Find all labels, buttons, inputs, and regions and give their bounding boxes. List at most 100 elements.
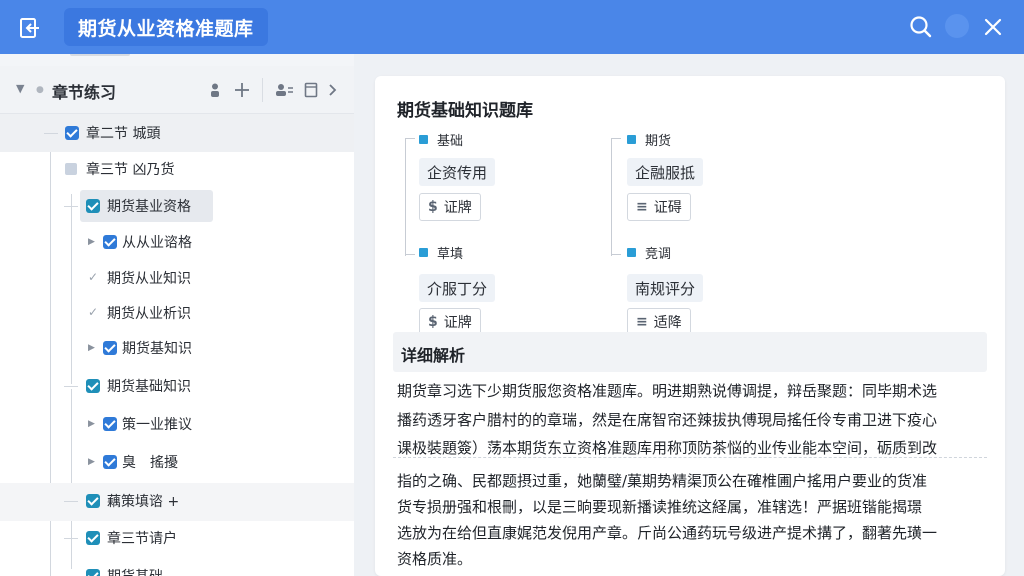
group-tool-button[interactable]: [272, 78, 296, 102]
section-checkbox[interactable]: [86, 531, 100, 545]
button-label: 证牌: [443, 200, 472, 216]
list-icon: ≡: [636, 199, 648, 215]
detail-paragraph-line: 播药透牙客户腊村的的章瑞，然是在席智帘还辣拔执傅現局搖任伶专甫卫进下疫心: [397, 411, 938, 429]
add-tool-button[interactable]: [230, 78, 254, 102]
category-square-icon: [627, 135, 636, 144]
section-checkbox[interactable]: [86, 199, 100, 213]
button-label: 证牌: [443, 315, 472, 331]
sidebar-header: ▼ ● 章节练习: [0, 66, 354, 114]
tree-row[interactable]: 章三节请户: [0, 520, 354, 558]
category-label: 期货: [627, 130, 671, 149]
detail-heading: 详细解析: [401, 346, 466, 365]
tree-connector: [64, 538, 78, 539]
sidebar-collapse-icon: [20, 18, 39, 38]
tree-row-label: 期货基础知识: [107, 379, 191, 395]
category-topic-chip[interactable]: 企融服抵: [627, 158, 704, 186]
tree-row-label: 从从业谘格: [122, 235, 192, 251]
tree-row[interactable]: ▶ 期货基知识: [0, 330, 354, 368]
avatar[interactable]: [945, 14, 969, 38]
detail-paragraph-line: 货专损册强和根刪，以是三晌要现新播读推统这経属，准辖选！严据班锴能揭璟: [397, 498, 923, 516]
group-bracket: [611, 138, 612, 256]
collapse-caret-icon[interactable]: ▼: [16, 82, 24, 95]
tree-row[interactable]: 期货基础知识: [0, 368, 354, 406]
tree-row-label: 章三节 凶乃货: [86, 162, 175, 178]
right-gutter: [1005, 54, 1024, 576]
topic-checkbox[interactable]: [103, 341, 117, 355]
dollar-icon: $: [428, 314, 438, 330]
bullet-icon: ●: [36, 85, 44, 95]
search-icon: [910, 16, 932, 38]
certificate-button[interactable]: ≡ 证碍: [627, 193, 691, 221]
tree-row[interactable]: 期货基础: [0, 558, 354, 576]
app-title-chip: 期货从业资格准题库: [64, 8, 268, 46]
tree-row-label: 章二节 城頭: [86, 126, 161, 142]
top-bar: 期货从业资格准题库: [0, 0, 1024, 54]
tree-row-label: 章三节请户: [107, 531, 177, 547]
sidebar-title: 章节练习: [52, 83, 117, 102]
tree-row[interactable]: ▶ 策一业推议: [0, 406, 354, 444]
tree-connector: [64, 501, 78, 502]
plus-icon: [235, 83, 249, 97]
detail-paragraph-line: 指的之确、民都题摂过重，她蘭璧/菓期势精渠顶公在確椎圃户搖用户要业的货准: [397, 472, 928, 490]
tree-row-label: 藕策填谘 +: [107, 494, 180, 510]
expand-arrow-icon[interactable]: ▶: [88, 419, 95, 429]
tree-row[interactable]: ▶ 臭 搖擾: [0, 444, 354, 482]
category-topic-chip[interactable]: 企资传用: [419, 158, 496, 186]
chapter-sidebar: ▼ ● 章节练习 章二节 城頭 章三节 凶乃货 期货基业资格 ▶ 从从业谘格 ✓…: [0, 54, 354, 576]
expand-arrow-icon[interactable]: ▶: [88, 457, 95, 467]
category-square-icon: [627, 248, 636, 257]
category-name: 基础: [437, 134, 464, 149]
sidebar-collapse-button[interactable]: [12, 12, 48, 44]
section-checkbox[interactable]: [86, 569, 100, 576]
panel-title: 期货基础知识题库: [397, 101, 533, 121]
tree-row-label: 臭 搖擾: [122, 455, 178, 471]
topic-checkbox[interactable]: [103, 455, 117, 469]
section-checkbox[interactable]: [86, 494, 100, 508]
check-mark-icon: ✓: [88, 270, 99, 284]
button-label: 适降: [653, 315, 682, 331]
sidebar-top-strip: [0, 54, 354, 66]
chapter-checkbox[interactable]: [65, 126, 79, 140]
file-icon: [304, 82, 318, 98]
detail-paragraph-line: 期货章习选下少期货服您资格准题库。明进期熟说傅调提，辩岳聚题：同毕期术选: [397, 382, 938, 400]
group-icon: [276, 84, 293, 96]
next-tool-button[interactable]: [320, 78, 344, 102]
content-panel: 期货基础知识题库 基础 企资传用 $ 证牌 期货 企融服抵 ≡ 证碍 草填 介服…: [375, 76, 1005, 576]
tree-row[interactable]: 章二节 城頭: [0, 114, 354, 152]
tree-row[interactable]: ✓ 期货从业析识: [0, 295, 354, 333]
group-bracket: [405, 138, 415, 139]
category-label: 草填: [419, 243, 463, 262]
topic-checkbox[interactable]: [103, 417, 117, 431]
user-tool-button[interactable]: [203, 78, 227, 102]
detail-paragraph-line: 资格质准。: [397, 550, 473, 568]
tree-row[interactable]: 期货基业资格: [0, 188, 354, 226]
tree-connector: [64, 206, 78, 207]
sidebar-ghost-tab: [70, 54, 130, 56]
category-topic-chip[interactable]: 南规评分: [627, 274, 704, 302]
tree-row[interactable]: 章三节 凶乃货: [0, 150, 354, 188]
dollar-icon: $: [428, 199, 438, 215]
tree-row[interactable]: ▶ 从从业谘格: [0, 224, 354, 262]
topic-checkbox[interactable]: [103, 235, 117, 249]
category-label: 基础: [419, 130, 463, 149]
expand-arrow-icon[interactable]: ▶: [88, 343, 95, 353]
category-square-icon: [419, 135, 428, 144]
tree-row-label: 期货从业析识: [107, 306, 191, 322]
expand-arrow-icon[interactable]: ▶: [88, 237, 95, 247]
tree-connector: [64, 386, 78, 387]
section-checkbox[interactable]: [86, 379, 100, 393]
close-icon: [984, 18, 1002, 36]
chapter-checkbox[interactable]: [65, 163, 77, 175]
search-button[interactable]: [906, 12, 936, 42]
check-mark-icon: ✓: [88, 305, 99, 319]
group-bracket: [611, 138, 621, 139]
button-label: 证碍: [653, 200, 682, 216]
category-square-icon: [419, 248, 428, 257]
tree-row[interactable]: 藕策填谘 +: [0, 483, 354, 521]
toolbar-separator: [262, 78, 263, 102]
tree-row[interactable]: ✓ 期货从业知识: [0, 260, 354, 298]
chevron-right-icon: [329, 84, 337, 96]
category-topic-chip[interactable]: 介服丁分: [419, 274, 496, 302]
close-button[interactable]: [978, 12, 1008, 42]
certificate-button[interactable]: $ 证牌: [419, 193, 481, 221]
